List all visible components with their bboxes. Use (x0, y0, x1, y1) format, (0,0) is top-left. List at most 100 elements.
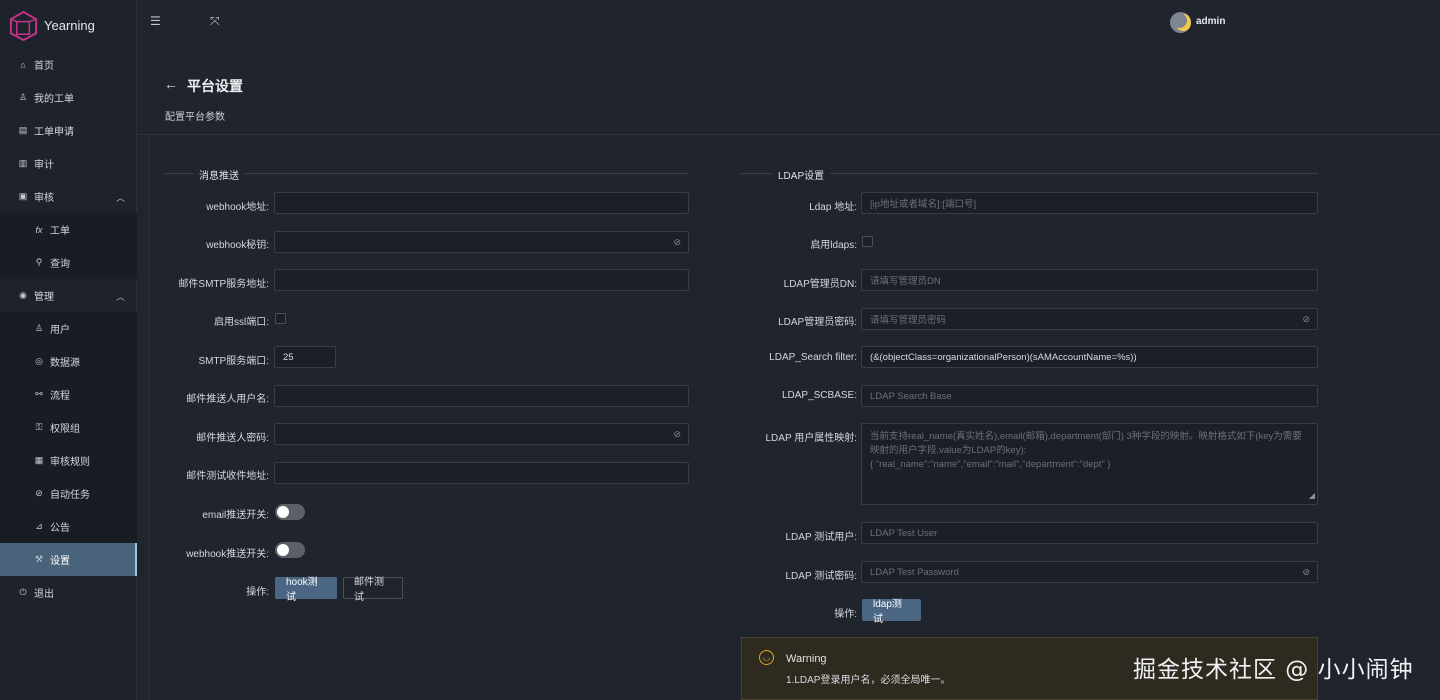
settings-card (148, 136, 1440, 700)
sender-user-input[interactable] (274, 385, 689, 407)
sidebar-item-label: 数据源 (50, 358, 80, 369)
ldap-url-input[interactable]: [ip地址或者域名]:[端口号] (861, 192, 1318, 214)
ldap-url-label: Ldap 地址: (809, 202, 857, 213)
sidebar-item-logout[interactable]: ⏻ 退出 (0, 576, 137, 609)
ldaps-label: 启用ldaps: (810, 240, 857, 251)
mail-test-button[interactable]: 邮件测试 (343, 577, 403, 603)
sidebar-item-label: 查询 (50, 259, 70, 270)
sidebar-item-my-orders[interactable]: ♙ 我的工单 (0, 81, 137, 114)
ldaps-checkbox[interactable] (862, 236, 873, 247)
smtp-host-input[interactable] (274, 269, 689, 291)
test-receiver-input[interactable] (274, 462, 689, 484)
smtp-port-input[interactable]: 25 (274, 346, 336, 368)
sidebar-item-order-apply[interactable]: ▤ 工单申请 (0, 114, 137, 147)
back-arrow-icon[interactable]: ← (164, 76, 178, 92)
attr-mapping-label: LDAP 用户属性映射: (765, 433, 858, 444)
sidebar-item-audit-rules[interactable]: ▦ 审核规则 (0, 444, 137, 477)
sidebar-menu: ⌂ 首页 ♙ 我的工单 ▤ 工单申请 ▥ 审计 ▣ 审核 ︿ fx 工单 ⚲ 查… (0, 48, 137, 609)
flow-icon: ⚯ (35, 389, 43, 399)
app-logo[interactable]: Yearning (8, 8, 95, 42)
admin-dn-input[interactable]: 请填写管理员DN (861, 269, 1318, 291)
test-user-input[interactable]: LDAP Test User (861, 522, 1318, 544)
logout-icon: ⏻ (19, 587, 27, 597)
sidebar-item-manage[interactable]: ◉ 管理 ︿ (0, 279, 137, 312)
wrench-icon: ⚒ (34, 554, 44, 564)
sidebar-item-announcement[interactable]: ⊿ 公告 (0, 510, 137, 543)
sidebar-item-label: 流程 (50, 391, 70, 402)
eye-off-icon[interactable]: ⊘ (673, 237, 681, 248)
sidebar-item-flow[interactable]: ⚯ 流程 (0, 378, 137, 411)
sender-pass-label: 邮件推送人密码: (196, 433, 269, 444)
fx-icon: fx (35, 224, 43, 235)
webhook-switch-label: webhook推送开关: (186, 549, 269, 560)
test-pass-label: LDAP 测试密码: (785, 571, 858, 582)
sidebar-item-label: 工单申请 (34, 127, 74, 138)
sidebar-item-label: 工单 (50, 226, 70, 237)
cube-logo-icon (9, 10, 38, 41)
webhook-url-label: webhook地址: (206, 202, 269, 213)
sidebar-item-review[interactable]: ▣ 审核 ︿ (0, 180, 137, 213)
search-filter-input[interactable]: (&(objectClass=organizationalPerson)(sAM… (861, 346, 1318, 368)
admin-pass-input[interactable]: 请填写管理员密码 ⊘ (861, 308, 1318, 330)
attr-mapping-textarea[interactable]: 当前支持real_name(真实姓名),email(邮箱),department… (861, 423, 1318, 505)
ldap-section-title: LDAP设置 (772, 167, 831, 182)
sidebar-item-auto-task[interactable]: ⊘ 自动任务 (0, 477, 137, 510)
review-submenu: fx 工单 ⚲ 查询 (0, 213, 137, 279)
email-push-switch[interactable] (275, 504, 305, 520)
sidebar-item-settings[interactable]: ⚒ 设置 (0, 543, 137, 576)
sidebar-item-label: 我的工单 (34, 94, 74, 105)
sidebar-item-home[interactable]: ⌂ 首页 (0, 48, 137, 81)
attr-mapping-placeholder-line3: { "real_name":"name","email":"mail","dep… (870, 459, 1111, 470)
fullscreen-icon[interactable]: ⤧ (210, 14, 220, 29)
smtp-port-label: SMTP服务端口: (198, 356, 269, 367)
webhook-push-switch[interactable] (275, 542, 305, 558)
sidebar-item-label: 设置 (50, 556, 70, 567)
hook-test-button[interactable]: hook测试 (275, 577, 337, 603)
ssl-label: 启用ssl端口: (214, 317, 269, 328)
chevron-up-icon: ︿ (115, 292, 125, 302)
smtp-host-label: 邮件SMTP服务地址: (178, 279, 269, 290)
test-pass-placeholder: LDAP Test Password (870, 566, 959, 578)
admin-pass-placeholder: 请填写管理员密码 (870, 315, 947, 326)
smile-warning-icon: ◡ (759, 650, 774, 665)
webhook-url-input[interactable] (274, 192, 689, 214)
alert-title: Warning (786, 653, 827, 665)
sidebar-item-review-query[interactable]: ⚲ 查询 (0, 246, 137, 279)
alert-description: 1.LDAP登录用户名，必须全局唯一。 (786, 675, 951, 686)
sidebar-item-review-orders[interactable]: fx 工单 (0, 213, 137, 246)
avatar[interactable] (1170, 12, 1191, 33)
menu-fold-icon[interactable]: ☰ (150, 14, 161, 28)
sidebar-item-datasource[interactable]: ◎ 数据源 (0, 345, 137, 378)
sender-pass-input[interactable]: ⊘ (274, 423, 689, 445)
database-icon: ◎ (35, 356, 43, 366)
test-pass-input[interactable]: LDAP Test Password ⊘ (861, 561, 1318, 583)
user-name[interactable]: admin (1196, 16, 1225, 27)
sidebar-item-label: 审核 (34, 193, 54, 204)
ssl-checkbox[interactable] (275, 313, 286, 324)
sidebar-item-audit-log[interactable]: ▥ 审计 (0, 147, 137, 180)
scbase-placeholder: LDAP Search Base (870, 390, 952, 402)
admin-dn-label: LDAP管理员DN: (783, 279, 857, 290)
ldap-test-button[interactable]: ldap测试 (862, 599, 921, 625)
sidebar-item-label: 审核规则 (50, 457, 90, 468)
sidebar-item-label: 权限组 (50, 424, 80, 435)
resize-grip-icon[interactable]: ◢ (1309, 489, 1315, 503)
home-icon: ⌂ (20, 59, 26, 70)
search-filter-label: LDAP_Search filter: (769, 352, 857, 363)
test-user-label: LDAP 测试用户: (785, 532, 858, 543)
email-switch-label: email推送开关: (202, 510, 269, 521)
scbase-input[interactable]: LDAP Search Base (861, 385, 1318, 407)
watermark: 掘金技术社区 @ 小小闹钟 (1133, 657, 1414, 683)
key-icon: ⚿ (35, 422, 43, 432)
page-title: 平台设置 (187, 78, 243, 94)
rule-icon: ▦ (34, 455, 44, 465)
sidebar-item-label: 管理 (34, 292, 54, 303)
sidebar-item-users[interactable]: ♙ 用户 (0, 312, 137, 345)
eye-off-icon[interactable]: ⊘ (673, 429, 681, 440)
sidebar-item-permission-group[interactable]: ⚿ 权限组 (0, 411, 137, 444)
smtp-port-value: 25 (283, 351, 294, 363)
eye-off-icon[interactable]: ⊘ (1302, 314, 1310, 325)
eye-off-icon[interactable]: ⊘ (1302, 567, 1310, 578)
sidebar-item-label: 审计 (34, 160, 54, 171)
webhook-secret-input[interactable]: ⊘ (274, 231, 689, 253)
